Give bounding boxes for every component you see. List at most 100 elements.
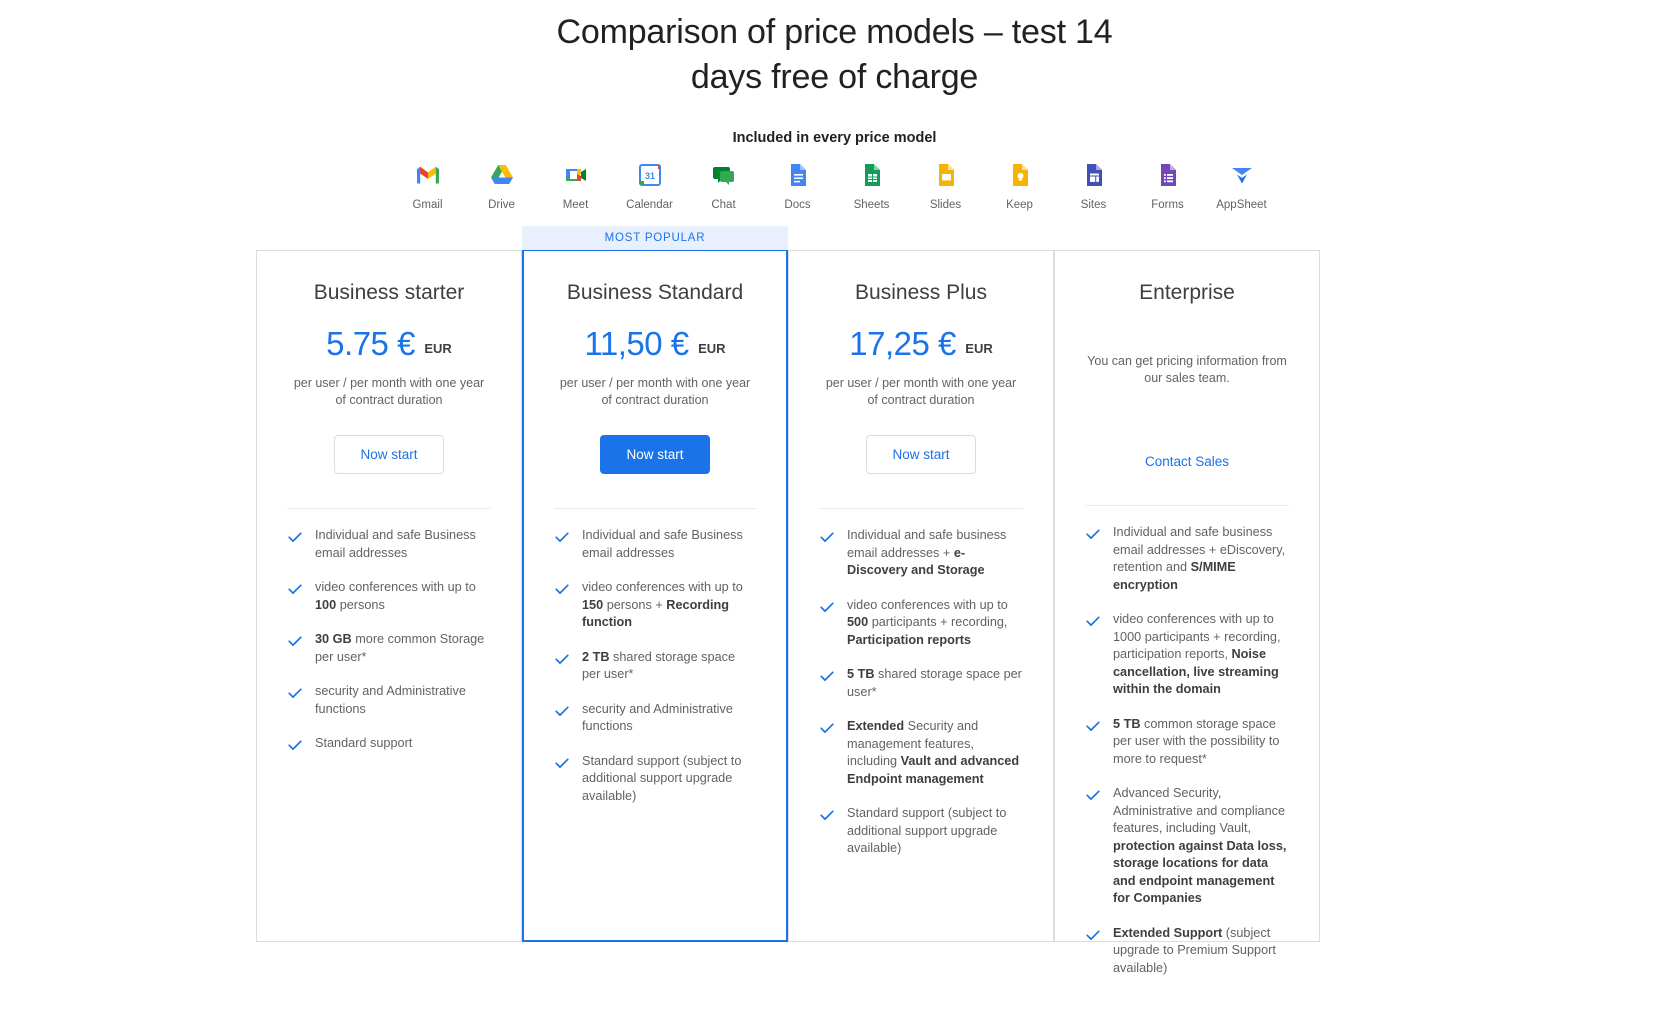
plan-feature-list: Individual and safe business email addre… — [1085, 524, 1289, 977]
check-icon — [1085, 524, 1103, 547]
card-divider — [1085, 505, 1289, 506]
chat-icon — [698, 160, 750, 190]
app-item-chat: Chat — [698, 160, 750, 211]
feature-text: 30 GB more common Storage per user* — [315, 632, 485, 664]
plan-cta-row: Now start — [287, 435, 491, 474]
calendar-icon: 31 — [624, 160, 676, 190]
feature-text: Extended Security and management feature… — [847, 719, 1020, 786]
app-item-meet: Meet — [550, 160, 602, 211]
feature-item: Extended Security and management feature… — [819, 718, 1023, 788]
check-icon — [819, 666, 837, 689]
feature-item: 30 GB more common Storage per user* — [287, 631, 491, 666]
check-icon — [287, 631, 305, 654]
check-icon — [819, 805, 837, 828]
app-label: Gmail — [412, 199, 443, 211]
app-label: Calendar — [626, 199, 673, 211]
gmail-icon — [402, 160, 454, 190]
most-popular-badge: MOST POPULAR — [522, 226, 788, 250]
app-item-keep: Keep — [994, 160, 1046, 211]
check-icon — [819, 718, 837, 741]
app-item-sites: Sites — [1068, 160, 1120, 211]
ribbon-spacer — [788, 226, 1054, 250]
app-item-slides: Slides — [920, 160, 972, 211]
appsheet-icon — [1216, 160, 1268, 190]
plan-cta-row: Now start — [554, 435, 756, 474]
app-label: Chat — [711, 199, 736, 211]
check-icon — [287, 527, 305, 550]
included-label: Included in every price model — [732, 130, 937, 146]
feature-item: Individual and safe Business email addre… — [287, 527, 491, 562]
sites-icon — [1068, 160, 1120, 190]
feature-text: Individual and safe business email addre… — [847, 528, 1007, 577]
feature-item: video conferences with up to 150 persons… — [554, 579, 756, 632]
app-item-gmail: Gmail — [402, 160, 454, 211]
ribbon-spacer — [256, 226, 522, 250]
start-now-button[interactable]: Now start — [600, 435, 710, 474]
card-divider — [819, 508, 1023, 509]
plan-price: 11,50 € — [584, 325, 689, 362]
contact-sales-link[interactable]: Contact Sales — [1145, 454, 1229, 469]
plan-price: 17,25 € — [849, 325, 956, 362]
svg-text:31: 31 — [644, 171, 654, 181]
start-now-button[interactable]: Now start — [334, 435, 444, 474]
app-label: Docs — [784, 199, 811, 211]
check-icon — [1085, 925, 1103, 948]
plan-currency: EUR — [965, 341, 993, 356]
app-item-appsheet: AppSheet — [1216, 160, 1268, 211]
feature-item: security and Administrative functions — [287, 683, 491, 718]
page-title: Comparison of price models – test 14 day… — [556, 13, 1113, 96]
plan-card-business-standard: MOST POPULAR Business Standard 11,50 € EU… — [522, 226, 788, 942]
feature-text: video conferences with up to 1000 partic… — [1113, 612, 1281, 696]
app-label: Forms — [1151, 199, 1184, 211]
plan-price: 5.75 € — [326, 325, 415, 362]
plan-name: Business starter — [313, 281, 465, 304]
feature-text: video conferences with up to 150 persons… — [582, 580, 743, 629]
feature-text: security and Administrative functions — [315, 684, 466, 716]
sheets-icon — [846, 160, 898, 190]
feature-item: video conferences with up to 500 partici… — [819, 597, 1023, 650]
plan-name: Business Plus — [855, 281, 987, 304]
plan-card-body: Business starter 5.75 € EUR per user / p… — [256, 250, 522, 942]
plan-card-body: Business Plus 17,25 € EUR per user / per… — [788, 250, 1054, 942]
check-icon — [1085, 716, 1103, 739]
plan-card-business-plus: Business Plus 17,25 € EUR per user / per… — [788, 226, 1054, 942]
plan-feature-list: Individual and safe Business email addre… — [287, 527, 491, 758]
feature-item: video conferences with up to 1000 partic… — [1085, 611, 1289, 699]
feature-text: Individual and safe Business email addre… — [582, 528, 743, 560]
feature-item: Individual and safe business email addre… — [819, 527, 1023, 580]
drive-icon — [476, 160, 528, 190]
feature-item: 2 TB shared storage space per user* — [554, 649, 756, 684]
feature-text: 5 TB common storage space per user with … — [1113, 716, 1280, 766]
pricing-cards: Business starter 5.75 € EUR per user / p… — [256, 226, 1411, 975]
feature-item: Individual and safe business email addre… — [1085, 524, 1289, 594]
feature-text: Individual and safe business email addre… — [1113, 525, 1286, 592]
plan-currency: EUR — [698, 341, 726, 356]
plan-price-note: You can get pricing information from our… — [1087, 354, 1287, 385]
feature-text: Standard support (subject to additional … — [582, 753, 742, 803]
feature-item: Standard support — [287, 735, 491, 758]
feature-item: 5 TB shared storage space per user* — [819, 666, 1023, 701]
feature-item: video conferences with up to 100 persons — [287, 579, 491, 614]
feature-text: video conferences with up to 500 partici… — [847, 597, 1008, 647]
feature-text: Advanced Security, Administrative and co… — [1113, 786, 1287, 905]
feature-item: Standard support (subject to additional … — [819, 805, 1023, 858]
app-label: Drive — [488, 199, 515, 211]
plan-price-note: per user / per month with one year of co… — [293, 376, 485, 407]
start-now-button[interactable]: Now start — [866, 435, 976, 474]
forms-icon — [1142, 160, 1194, 190]
slides-icon — [920, 160, 972, 190]
feature-item: Individual and safe Business email addre… — [554, 527, 756, 562]
app-label: Keep — [1006, 199, 1033, 211]
check-icon — [554, 649, 572, 672]
plan-card-body: Business Standard 11,50 € EUR per user /… — [522, 250, 788, 942]
app-item-calendar: 31 Calendar — [624, 160, 676, 211]
plan-price-row: 17,25 € EUR — [819, 325, 1023, 363]
feature-text: video conferences with up to 100 persons — [315, 580, 476, 612]
plan-card-body: Enterprise You can get pricing informatio… — [1054, 250, 1320, 975]
keep-icon — [994, 160, 1046, 190]
feature-text: 5 TB shared storage space per user* — [847, 667, 1022, 699]
plan-card-business-starter: Business starter 5.75 € EUR per user / p… — [256, 226, 522, 942]
plan-price-row: 5.75 € EUR — [287, 325, 491, 363]
app-item-sheets: Sheets — [846, 160, 898, 211]
pricing-page: Comparison of price models – test 14 day… — [0, 0, 1669, 1030]
